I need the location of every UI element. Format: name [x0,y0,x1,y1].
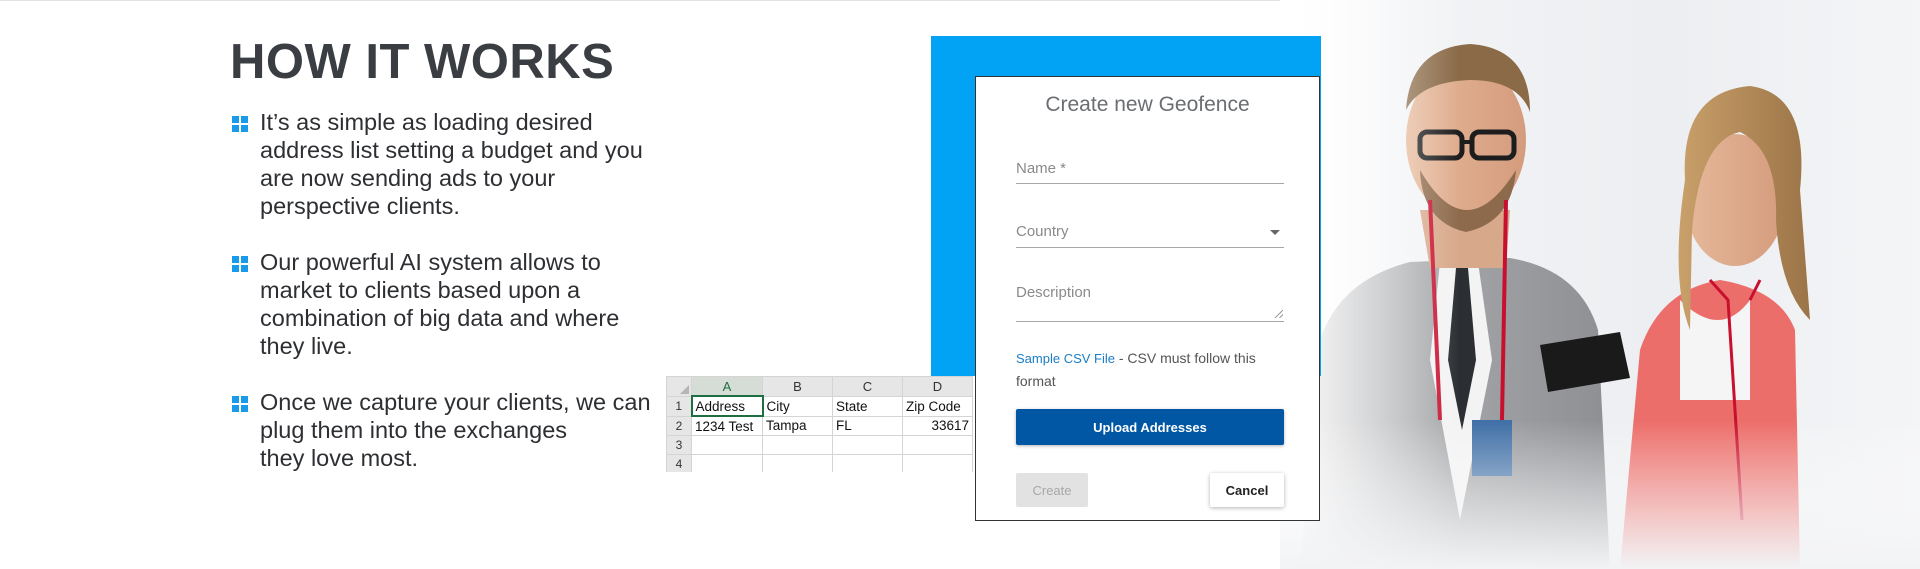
column-header: C [832,376,903,397]
table-cell [832,454,903,472]
table-cell [762,454,833,472]
table-row: 4 [666,454,973,472]
table-cell: FL [832,415,903,436]
table-cell: Tampa [762,415,833,436]
column-header: D [902,376,973,397]
feature-line: are now sending ads to your [260,165,556,191]
dialog-title: Create new Geofence [1045,93,1250,116]
description-field [1016,283,1284,322]
table-cell [832,435,903,455]
description-input[interactable] [1016,283,1284,319]
feature-line: Once we capture your clients, we can [260,389,651,415]
feature-item: Our powerful AI system allows to market … [232,248,672,360]
business-people-photo [1280,0,1920,569]
feature-line: It’s as simple as loading desired [260,109,593,135]
name-input[interactable] [1016,155,1284,181]
row-number: 3 [666,435,692,455]
column-header: B [762,376,833,397]
csv-help-text: Sample CSV File - CSV must follow this f… [1016,347,1286,393]
table-cell: State [832,395,903,417]
table-row: 2 1234 Test Tampa FL 33617 [666,415,973,436]
feature-line: they live. [260,333,353,359]
table-cell [902,454,973,472]
upload-addresses-button[interactable]: Upload Addresses [1016,409,1284,445]
grid-square-icon [232,396,248,412]
table-cell: Zip Code [902,395,973,417]
table-cell: 1234 Test [691,415,763,436]
row-number: 2 [666,415,692,436]
create-button[interactable]: Create [1016,473,1088,507]
feature-line: Our powerful AI system allows to [260,249,601,275]
create-geofence-dialog: Create new Geofence Country Sample CSV F… [975,76,1320,521]
feature-line: they love most. [260,445,419,471]
column-header-row: A B C D [666,376,973,397]
table-cell: Address [690,395,764,417]
feature-item: Once we capture your clients, we can plu… [232,388,672,472]
feature-line: plug them into the exchanges [260,417,568,443]
country-select[interactable]: Country [1016,219,1284,248]
feature-line: combination of big data and where [260,305,620,331]
table-cell: City [762,395,833,417]
chevron-down-icon[interactable] [1270,230,1280,235]
grid-square-icon [232,116,248,132]
select-all-corner [666,376,692,397]
table-cell [691,454,763,472]
feature-list: It’s as simple as loading desired addres… [232,108,672,472]
cancel-button[interactable]: Cancel [1210,473,1284,507]
sample-csv-link[interactable]: Sample CSV File [1016,351,1115,366]
resize-handle-icon[interactable] [1275,310,1283,318]
feature-item: It’s as simple as loading desired addres… [232,108,672,220]
country-placeholder: Country [1016,223,1069,240]
table-cell: 33617 [902,415,973,436]
feature-line: market to clients based upon a [260,277,581,303]
name-field [1016,155,1284,184]
table-cell [762,435,833,455]
table-cell [902,435,973,455]
row-number: 4 [666,454,692,472]
grid-square-icon [232,256,248,272]
row-number: 1 [666,395,692,417]
feature-line: perspective clients. [260,193,460,219]
table-row: 3 [666,435,973,455]
column-header: A [691,376,763,397]
table-cell [691,435,763,455]
photo-illustration [1280,0,1920,569]
spreadsheet-preview: A B C D 1 Address City State Zip Code 2 … [666,376,976,472]
table-row: 1 Address City State Zip Code [666,395,973,417]
page-title: HOW IT WORKS [230,35,615,89]
feature-line: address list setting a budget and you [260,137,643,163]
